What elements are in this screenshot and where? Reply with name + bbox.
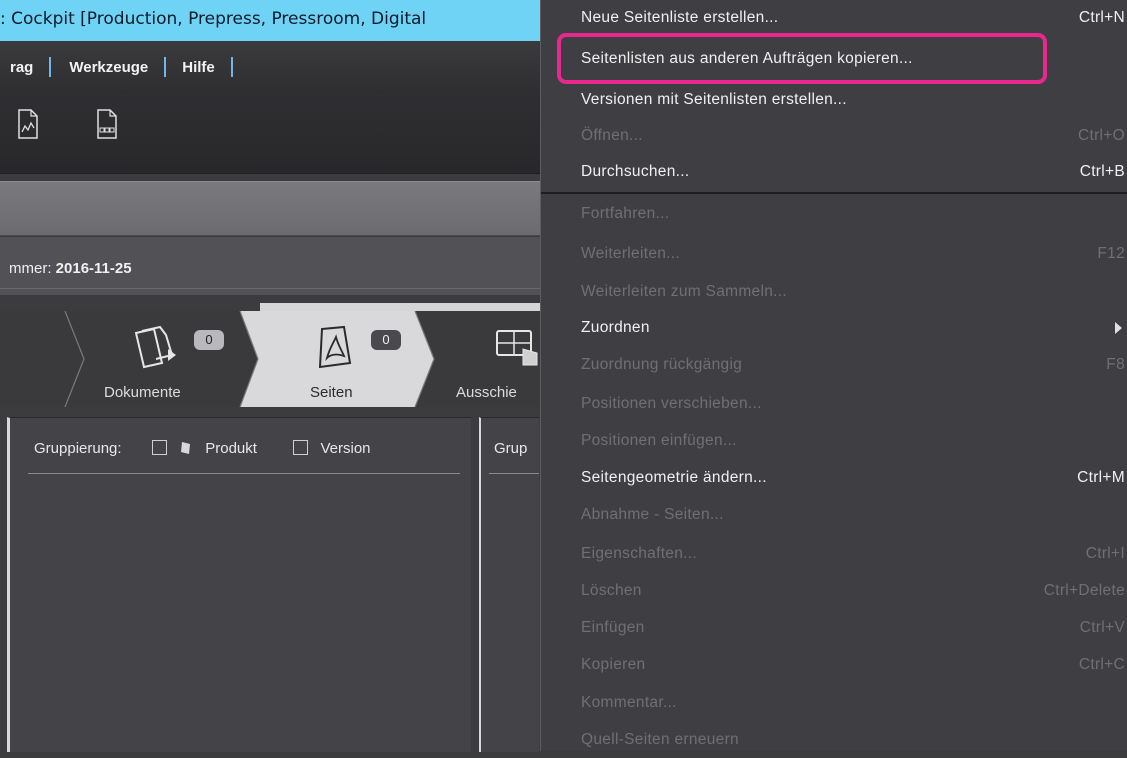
toolbar	[0, 93, 540, 174]
menu-item-weiterleiten-sammeln[interactable]: Weiterleiten zum Sammeln...	[541, 274, 1127, 310]
menu-item-kopieren[interactable]: Kopieren Ctrl+C	[541, 647, 1127, 683]
pdf-pages-icon	[318, 325, 352, 369]
menu-item-fortfahren[interactable]: Fortfahren...	[541, 196, 1127, 232]
job-number-label: mmer: 2016-11-25	[9, 260, 132, 277]
step-ausschiessen-label: Ausschie	[456, 384, 517, 401]
job-info-bar: mmer: 2016-11-25	[0, 237, 540, 295]
page-list-icon[interactable]	[96, 109, 118, 139]
menu-item-zuordnung-rueckgaengig[interactable]: Zuordnung rückgängig F8	[541, 347, 1127, 383]
dokumente-count-badge: 0	[194, 330, 224, 350]
menu-item-oeffnen[interactable]: Öffnen... Ctrl+O	[541, 118, 1127, 154]
divider	[0, 288, 540, 289]
menu-item-einfuegen[interactable]: Einfügen Ctrl+V	[541, 610, 1127, 646]
version-option-label: Version	[320, 440, 371, 457]
menu-item-positionen-einfuegen[interactable]: Positionen einfügen...	[541, 423, 1127, 459]
grouping-label: Gruppierung:	[34, 440, 122, 457]
step-seiten-label: Seiten	[310, 384, 353, 401]
menu-separator	[541, 192, 1127, 194]
menu-item-loeschen[interactable]: Löschen Ctrl+Delete	[541, 573, 1127, 609]
header-bar	[0, 181, 540, 236]
seiten-count-badge: 0	[371, 330, 401, 350]
menubar: rag Werkzeuge Hilfe	[0, 41, 540, 93]
step-dokumente-label: Dokumente	[104, 384, 181, 401]
menu-item-zuordnen[interactable]: Zuordnen	[541, 310, 1127, 346]
menu-auftrag[interactable]: rag	[0, 59, 49, 76]
window-title: : Cockpit [Production, Prepress, Pressro…	[0, 0, 540, 41]
menu-item-versionen-erstellen[interactable]: Versionen mit Seitenlisten erstellen...	[541, 82, 1127, 118]
menu-item-eigenschaften[interactable]: Eigenschaften... Ctrl+I	[541, 536, 1127, 572]
grouping-row: Gruppierung: Produkt Version	[34, 440, 371, 457]
product-checkbox[interactable]	[151, 440, 167, 455]
workflow-steps: 0 Dokumente 0 Seiten Ausschie	[0, 311, 540, 407]
right-panel: Grup	[479, 417, 539, 752]
left-panel: Gruppierung: Produkt Version	[7, 417, 471, 752]
product-option-label: Produkt	[205, 440, 257, 457]
highlight-annotation	[557, 33, 1047, 84]
context-menu: Neue Seitenliste erstellen... Ctrl+N Seit…	[540, 0, 1127, 751]
menu-item-neue-seitenliste[interactable]: Neue Seitenliste erstellen... Ctrl+N	[541, 0, 1127, 36]
menu-werkzeuge[interactable]: Werkzeuge	[51, 59, 164, 76]
menu-item-seitengeometrie[interactable]: Seitengeometrie ändern... Ctrl+M	[541, 460, 1127, 496]
menu-item-abnahme-seiten[interactable]: Abnahme - Seiten...	[541, 497, 1127, 533]
menu-item-quell-seiten[interactable]: Quell-Seiten erneuern	[541, 722, 1127, 758]
imposition-icon	[496, 330, 538, 366]
right-grouping-label: Grup	[494, 440, 528, 457]
submenu-arrow-icon	[1115, 322, 1122, 334]
panel-divider	[489, 473, 539, 474]
panel-divider	[28, 473, 460, 474]
pdf-approval-icon[interactable]	[17, 109, 39, 139]
menu-item-positionen-verschieben[interactable]: Positionen verschieben...	[541, 386, 1127, 422]
version-checkbox[interactable]	[293, 440, 309, 455]
step-indicator-strip	[260, 303, 540, 311]
menu-item-weiterleiten[interactable]: Weiterleiten... F12	[541, 236, 1127, 272]
menu-item-kommentar[interactable]: Kommentar...	[541, 685, 1127, 721]
product-icon	[181, 442, 191, 454]
menu-item-durchsuchen[interactable]: Durchsuchen... Ctrl+B	[541, 154, 1127, 190]
documents-icon	[134, 325, 176, 369]
menu-hilfe[interactable]: Hilfe	[166, 59, 231, 76]
job-number-value: 2016-11-25	[55, 260, 132, 277]
menu-separator	[230, 57, 233, 77]
